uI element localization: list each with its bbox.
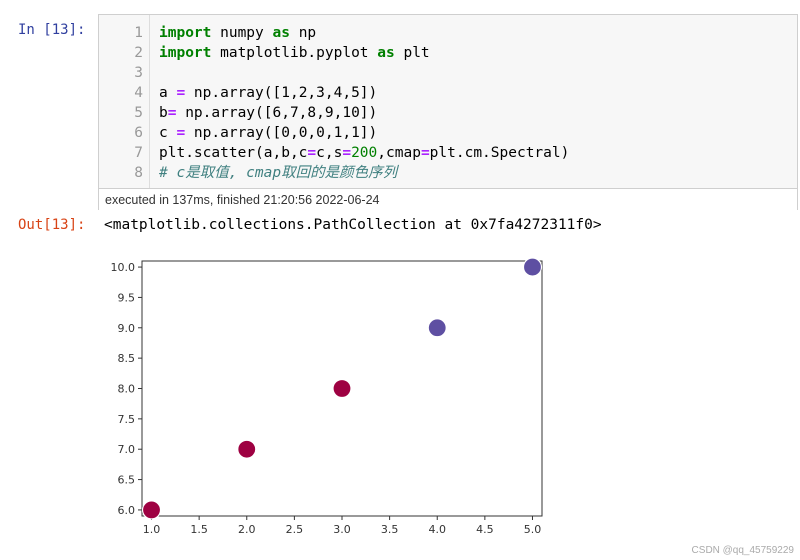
- y-tick-label: 6.0: [118, 504, 136, 517]
- code-text[interactable]: # c是取值, cmap取回的是颜色序列: [159, 163, 397, 183]
- scatter-point: [427, 318, 447, 338]
- code-token: b: [159, 105, 168, 121]
- code-line[interactable]: 3: [99, 63, 797, 83]
- code-text[interactable]: b= np.array([6,7,8,9,10]): [159, 103, 377, 123]
- code-token: matplotlib.pyplot: [211, 45, 378, 61]
- code-token: np.array([6,7,8,9,10]): [176, 105, 378, 121]
- code-line[interactable]: 4a = np.array([1,2,3,4,5]): [99, 83, 797, 103]
- scatter-plot: 1.0 1.5 2.0 2.5 3.0 3.5 4.0 4.5 5.0 6.0 6.5 7.0 7.5 8…: [100, 255, 560, 555]
- code-token: numpy: [211, 25, 273, 41]
- y-tick-label: 8.5: [118, 352, 136, 365]
- scatter-point: [237, 439, 257, 459]
- line-number: 3: [134, 65, 143, 81]
- x-tick-label: 3.5: [381, 523, 399, 536]
- code-token: import: [159, 45, 212, 61]
- line-number: 1: [134, 25, 143, 41]
- code-token: ,cmap: [377, 145, 421, 161]
- code-editor[interactable]: 1 import numpy as np 2 import matplotlib.py…: [99, 23, 797, 183]
- code-token: =: [342, 145, 352, 161]
- code-line[interactable]: 7 plt.scatter(a,b,c=c,s=200,cmap=plt.cm.S…: [99, 143, 797, 163]
- y-tick-label: 9.5: [118, 291, 136, 304]
- code-token: plt.cm.Spectral): [429, 145, 570, 161]
- line-number: 4: [134, 85, 143, 101]
- x-tick-label: 1.5: [190, 523, 208, 536]
- code-token: import: [159, 25, 212, 41]
- code-line[interactable]: 2 import matplotlib.pyplot as plt: [99, 43, 797, 63]
- input-prompt: In [13]:: [18, 22, 86, 38]
- code-text[interactable]: import matplotlib.pyplot as plt: [159, 43, 430, 63]
- code-token: =: [176, 85, 186, 101]
- code-text[interactable]: c = np.array([0,0,0,1,1]): [159, 123, 377, 143]
- code-line[interactable]: 6c = np.array([0,0,0,1,1]): [99, 123, 797, 143]
- x-tick-label: 2.5: [286, 523, 304, 536]
- x-tick-label: 1.0: [143, 523, 161, 536]
- code-token: =: [307, 145, 317, 161]
- execution-info: executed in 137ms, finished 21:20:56 202…: [99, 188, 797, 210]
- code-cell[interactable]: 1 import numpy as np 2 import matplotlib.py…: [98, 14, 798, 210]
- code-token: =: [176, 125, 186, 141]
- line-number: 5: [134, 105, 143, 121]
- code-token: =: [420, 145, 430, 161]
- x-tick-label: 5.0: [524, 523, 542, 536]
- code-token: plt.scatter(a,b,c: [159, 145, 308, 161]
- scatter-point: [522, 257, 543, 277]
- code-token: as: [377, 45, 395, 61]
- code-token: np: [289, 25, 317, 41]
- scatter-point: [332, 378, 352, 399]
- code-token: np.array([1,2,3,4,5]): [185, 85, 378, 101]
- x-tick-label: 3.0: [333, 523, 351, 536]
- code-text[interactable]: import numpy as np: [159, 23, 316, 43]
- code-token: c: [159, 125, 177, 141]
- code-line[interactable]: 5 b= np.array([6,7,8,9,10]): [99, 103, 797, 123]
- y-tick-label: 7.0: [118, 443, 136, 456]
- y-tick-label: 8.0: [118, 383, 136, 396]
- output-text: <matplotlib.collections.PathCollection a…: [104, 217, 602, 233]
- y-tick-label: 10.0: [111, 261, 136, 274]
- watermark: CSDN @qq_45759229: [691, 545, 794, 556]
- code-token: 200: [351, 145, 378, 161]
- code-token: # c是取值, cmap取回的是颜色序列: [159, 165, 398, 181]
- code-token: plt: [394, 45, 430, 61]
- scatter-chart-svg: 1.0 1.5 2.0 2.5 3.0 3.5 4.0 4.5 5.0 6.0 6.5 7.0 7.5 8…: [111, 257, 543, 536]
- code-token: c,s: [316, 145, 343, 161]
- code-token: np.array([0,0,0,1,1]): [185, 125, 378, 141]
- code-token: as: [272, 25, 290, 41]
- line-number: 7: [134, 145, 143, 161]
- code-text[interactable]: a = np.array([1,2,3,4,5]): [159, 83, 377, 103]
- code-line[interactable]: 1 import numpy as np: [99, 23, 797, 43]
- code-text[interactable]: plt.scatter(a,b,c=c,s=200,cmap=plt.cm.Sp…: [159, 143, 569, 163]
- y-tick-label: 9.0: [118, 322, 136, 335]
- y-tick-label: 6.5: [118, 474, 136, 487]
- line-number: 6: [134, 125, 143, 141]
- output-prompt: Out[13]:: [18, 217, 86, 233]
- x-tick-label: 4.0: [428, 523, 446, 536]
- code-token: a: [159, 85, 177, 101]
- y-tick-label: 7.5: [118, 413, 136, 426]
- x-tick-label: 4.5: [476, 523, 494, 536]
- line-number: 2: [134, 45, 143, 61]
- line-number: 8: [134, 165, 143, 181]
- x-tick-label: 2.0: [238, 523, 256, 536]
- scatter-point: [141, 500, 162, 520]
- code-line[interactable]: 8 # c是取值, cmap取回的是颜色序列: [99, 163, 797, 183]
